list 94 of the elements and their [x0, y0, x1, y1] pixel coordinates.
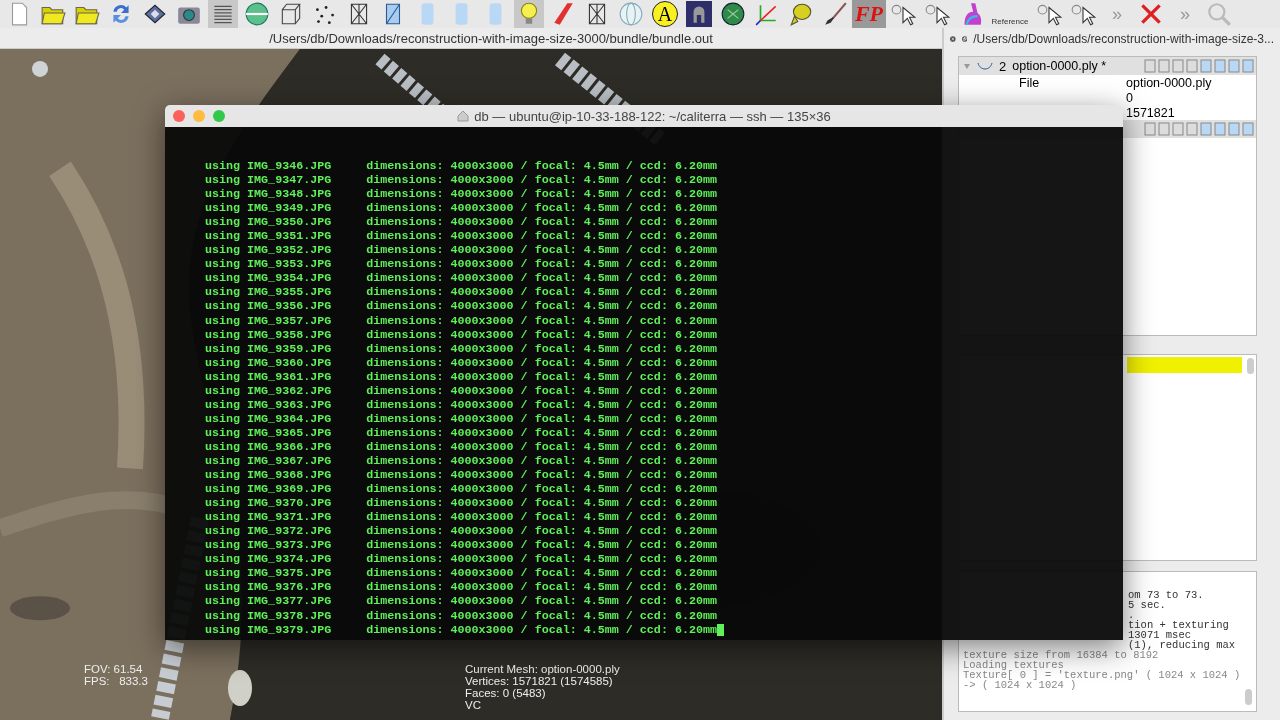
home-icon [457, 110, 470, 122]
sphere-icon[interactable] [618, 1, 644, 27]
render-mode-icon[interactable] [1172, 59, 1184, 73]
expand-icon[interactable] [963, 62, 971, 70]
render-mode-icon[interactable] [1186, 122, 1198, 136]
reference-button[interactable]: Reference [991, 17, 1029, 28]
panel-title: /Users/db/Downloads/reconstruction-with-image-size-3... [973, 32, 1274, 46]
property-label: File [1019, 75, 1040, 90]
terminal-line: using IMG_9349.JPG dimensions: 4000x3000 / focal: 4.5mm / ccd: 6.20mm [205, 201, 717, 216]
cursor [717, 623, 724, 636]
arch-icon[interactable] [686, 1, 712, 27]
terminal-line: using IMG_9377.JPG dimensions: 4000x3000 / focal: 4.5mm / ccd: 6.20mm [205, 594, 717, 609]
search-icon[interactable] [1206, 1, 1232, 27]
mesh-info: Faces: 0 (5483) [465, 687, 547, 699]
render-mode-icon[interactable] [1214, 59, 1226, 73]
render-mode-icon[interactable] [1242, 59, 1254, 73]
close-button[interactable] [173, 110, 185, 122]
render-mode-icon[interactable] [1228, 122, 1240, 136]
render-mode-icon[interactable] [1200, 59, 1212, 73]
window-title: db — ubuntu@ip-10-33-188-122: ~/caliterra — ssh — 135×36 [474, 108, 831, 124]
mesh-icon [977, 60, 993, 72]
viewer-stat: FPS: 833.3 [84, 675, 148, 687]
log-line: Loading textures [963, 659, 1064, 671]
terminal-line: using IMG_9369.JPG dimensions: 4000x3000 / focal: 4.5mm / ccd: 6.20mm [205, 482, 717, 497]
terminal-line: using IMG_9378.JPG dimensions: 4000x3000 / focal: 4.5mm / ccd: 6.20mm [205, 608, 717, 623]
scrollbar-thumb[interactable] [1245, 689, 1252, 705]
terminal-line: using IMG_9370.JPG dimensions: 4000x3000 / focal: 4.5mm / ccd: 6.20mm [205, 496, 717, 511]
render-mode-icon[interactable] [1228, 59, 1240, 73]
property-value: option-0000.ply [1126, 75, 1212, 90]
terminal-line: using IMG_9357.JPG dimensions: 4000x3000 / focal: 4.5mm / ccd: 6.20mm [205, 313, 717, 328]
log-line: 5 sec. [1128, 599, 1166, 611]
log-line: texture size from 16384 to 8192 [963, 649, 1159, 661]
terminal-line: using IMG_9366.JPG dimensions: 4000x3000 / focal: 4.5mm / ccd: 6.20mm [205, 439, 717, 454]
log-line: . [1128, 609, 1135, 621]
terminal-line: using IMG_9371.JPG dimensions: 4000x3000 / focal: 4.5mm / ccd: 6.20mm [205, 510, 717, 525]
terminal-line: using IMG_9358.JPG dimensions: 4000x3000 / focal: 4.5mm / ccd: 6.20mm [205, 327, 717, 342]
property-value: 0 [1126, 90, 1133, 105]
brush-icon[interactable] [822, 1, 848, 27]
terminal-line: using IMG_9375.JPG dimensions: 4000x3000 / focal: 4.5mm / ccd: 6.20mm [205, 566, 717, 581]
close-icon[interactable] [1138, 1, 1164, 27]
terminal-line: using IMG_9361.JPG dimensions: 4000x3000 / focal: 4.5mm / ccd: 6.20mm [205, 369, 717, 384]
render-mode-icon[interactable] [1186, 59, 1198, 73]
terminal-line: using IMG_9362.JPG dimensions: 4000x3000 / focal: 4.5mm / ccd: 6.20mm [205, 383, 717, 398]
terminal-line: using IMG_9364.JPG dimensions: 4000x3000 / focal: 4.5mm / ccd: 6.20mm [205, 411, 717, 426]
terminal-line: using IMG_9352.JPG dimensions: 4000x3000 / focal: 4.5mm / ccd: 6.20mm [205, 243, 717, 258]
terminal-line: using IMG_9346.JPG dimensions: 4000x3000 / focal: 4.5mm / ccd: 6.20mm [205, 159, 717, 173]
letter-button[interactable]: A [652, 1, 678, 27]
render-mode-icon[interactable] [1242, 122, 1254, 136]
terminal-line: using IMG_9372.JPG dimensions: 4000x3000 / focal: 4.5mm / ccd: 6.20mm [205, 524, 717, 539]
terminal-line: using IMG_9360.JPG dimensions: 4000x3000 / focal: 4.5mm / ccd: 6.20mm [205, 355, 717, 370]
window-title: /Users/db/Downloads/reconstruction-with-image-size-3000/bundle/bundle.out [269, 30, 713, 46]
render-mode-icon[interactable] [1172, 122, 1184, 136]
layer-row[interactable]: 2 option-0000.ply * [959, 57, 1256, 75]
mesh-info: VC [465, 699, 482, 711]
log-line: Texture[ 0 ] = 'texture.png' ( 1024 x 1024 ) [963, 669, 1241, 681]
log-line: -> ( 1024 x 1024 ) [963, 679, 1077, 691]
terminal-line: using IMG_9347.JPG dimensions: 4000x3000 / focal: 4.5mm / ccd: 6.20mm [205, 173, 717, 188]
terminal-line: using IMG_9373.JPG dimensions: 4000x3000 / focal: 4.5mm / ccd: 6.20mm [205, 538, 717, 553]
log-line: om 73 to 73. [1128, 589, 1204, 601]
terminal-line: using IMG_9350.JPG dimensions: 4000x3000 / focal: 4.5mm / ccd: 6.20mm [205, 215, 717, 230]
terminal-line: using IMG_9368.JPG dimensions: 4000x3000 / focal: 4.5mm / ccd: 6.20mm [205, 468, 717, 483]
terminal-line: using IMG_9351.JPG dimensions: 4000x3000 / focal: 4.5mm / ccd: 6.20mm [205, 229, 717, 244]
log-line: 13071 msec [1128, 629, 1191, 641]
blob-icon[interactable] [720, 1, 746, 27]
layer-name: option-0000.ply * [1012, 59, 1107, 73]
render-mode-icon[interactable] [1144, 122, 1156, 136]
render-mode-icon[interactable] [1200, 122, 1212, 136]
terminal-line: using IMG_9353.JPG dimensions: 4000x3000 / focal: 4.5mm / ccd: 6.20mm [205, 257, 717, 272]
terminal-line: using IMG_9376.JPG dimensions: 4000x3000 / focal: 4.5mm / ccd: 6.20mm [205, 580, 717, 595]
log-line: tion + texturing [1128, 619, 1229, 631]
globe-icon[interactable] [244, 1, 270, 27]
terminal-line: using IMG_9363.JPG dimensions: 4000x3000 / focal: 4.5mm / ccd: 6.20mm [205, 397, 717, 412]
mesh-info: Current Mesh: option-0000.ply [465, 663, 620, 675]
scrollbar-thumb[interactable] [1247, 358, 1254, 374]
terminal-line: using IMG_9367.JPG dimensions: 4000x3000 / focal: 4.5mm / ccd: 6.20mm [205, 454, 717, 468]
terminal-line: using IMG_9348.JPG dimensions: 4000x3000 / focal: 4.5mm / ccd: 6.20mm [205, 187, 717, 202]
render-mode-icon[interactable] [1144, 59, 1156, 73]
terminal-line: using IMG_9355.JPG dimensions: 4000x3000 / focal: 4.5mm / ccd: 6.20mm [205, 285, 717, 300]
viewer-stat: FOV: 61.54 [84, 663, 144, 675]
terminal-line: using IMG_9379.JPG dimensions: 4000x3000 / focal: 4.5mm / ccd: 6.20mm [205, 622, 717, 637]
terminal-line: using IMG_9365.JPG dimensions: 4000x3000 / focal: 4.5mm / ccd: 6.20mm [205, 425, 717, 440]
terminal-line: using IMG_9359.JPG dimensions: 4000x3000 / focal: 4.5mm / ccd: 6.20mm [205, 341, 717, 356]
render-mode-icon[interactable] [1158, 59, 1170, 73]
layer-number: 2 [999, 58, 1007, 74]
mesh-info: Vertices: 1571821 (1574585) [465, 675, 614, 687]
property-value: 1571821 [1126, 105, 1175, 120]
terminal-line: using IMG_9356.JPG dimensions: 4000x3000 / focal: 4.5mm / ccd: 6.20mm [205, 299, 717, 314]
render-mode-icon[interactable] [1214, 122, 1226, 136]
render-mode-icon[interactable] [1158, 122, 1170, 136]
terminal-line: using IMG_9354.JPG dimensions: 4000x3000 / focal: 4.5mm / ccd: 6.20mm [205, 271, 717, 286]
selected-row[interactable] [1127, 357, 1242, 373]
terminal-line: using IMG_9374.JPG dimensions: 4000x3000 / focal: 4.5mm / ccd: 6.20mm [205, 552, 717, 567]
log-line: (1), reducing max [1128, 639, 1236, 651]
zoom-button[interactable] [213, 110, 225, 122]
